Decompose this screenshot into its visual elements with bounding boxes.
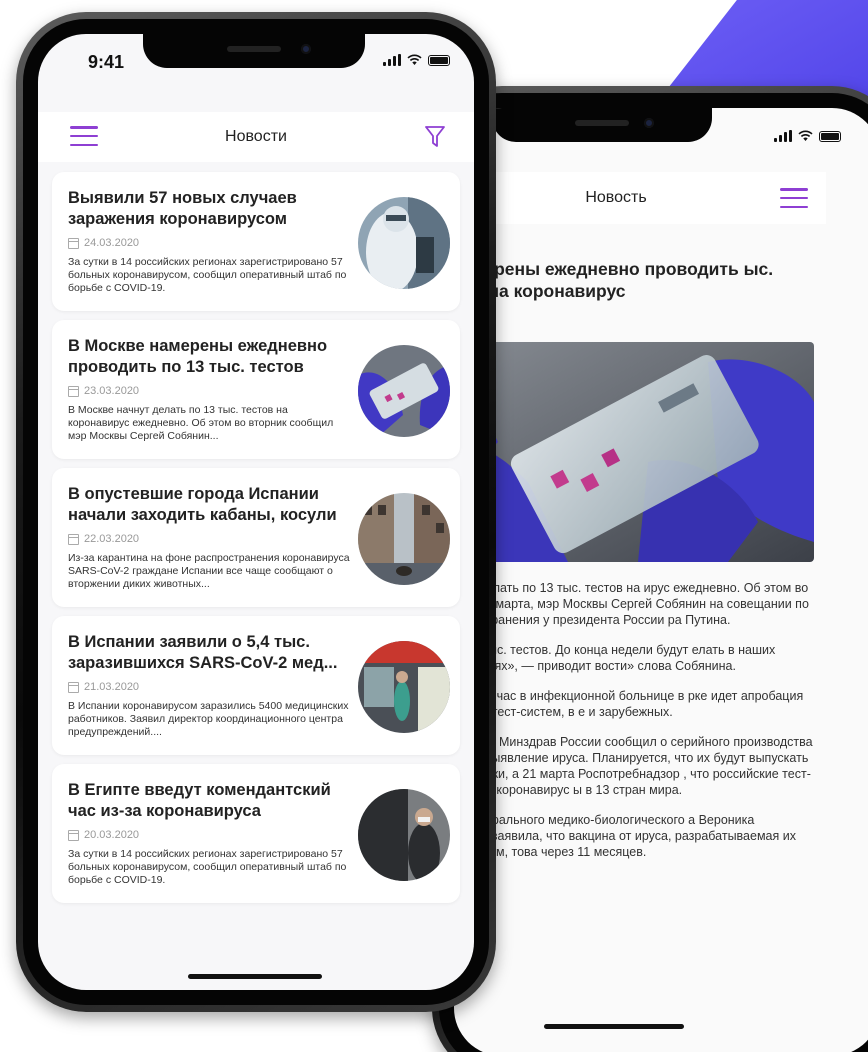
notch — [492, 108, 712, 142]
news-card[interactable]: В Испании заявили о 5,4 тыс. заразившихс… — [52, 616, 460, 755]
hamburger-icon[interactable] — [780, 188, 808, 208]
filter-icon[interactable] — [424, 125, 446, 149]
article-paragraph: вил, что сейчас в инфекционной больнице … — [454, 689, 804, 719]
article-paragraph: глава Федерального медико-биологического… — [454, 813, 796, 859]
article-paragraph: е начнут делать по 13 тыс. тестов на иру… — [454, 581, 809, 627]
home-indicator[interactable] — [544, 1024, 684, 1029]
news-title: В Испании заявили о 5,4 тыс. заразившихс… — [68, 633, 338, 672]
news-summary: За сутки в 14 российских регионах зареги… — [68, 848, 347, 886]
article-paragraph: делали 3 тыс. тестов. До конца недели бу… — [454, 643, 776, 673]
calendar-icon — [68, 829, 79, 841]
news-date: 20.03.2020 — [68, 829, 350, 841]
status-icons — [383, 54, 450, 66]
app-header: Новости — [38, 112, 474, 162]
news-card[interactable]: Выявили 57 новых случаев заражения корон… — [52, 172, 460, 311]
article-content: Новость ве намерены ежедневно проводить … — [454, 108, 826, 1052]
news-thumbnail — [358, 789, 450, 881]
article-image — [454, 342, 814, 562]
article-body: е начнут делать по 13 тыс. тестов на иру… — [454, 580, 814, 874]
news-thumbnail — [358, 345, 450, 437]
battery-icon — [428, 55, 450, 66]
news-card[interactable]: В Египте введут комендантский час из-за … — [52, 764, 460, 903]
calendar-icon — [68, 237, 79, 249]
article-screen: Новость ве намерены ежедневно проводить … — [454, 108, 868, 1052]
article-paragraph: е, 23 марта, Минздрав России сообщил о с… — [454, 735, 813, 797]
news-summary: Из-за карантина на фоне распространения … — [68, 552, 350, 590]
news-date-text: 24.03.2020 — [84, 237, 140, 249]
signal-icon — [383, 54, 401, 66]
article-title: ве намерены ежедневно проводить ыс. тест… — [454, 259, 774, 301]
hamburger-icon[interactable] — [70, 126, 98, 146]
article-header-title: Новость — [585, 189, 647, 206]
news-date: 23.03.2020 — [68, 385, 350, 397]
calendar-icon — [68, 385, 79, 397]
news-list: Выявили 57 новых случаев заражения корон… — [52, 172, 460, 912]
news-list-phone: 9:41 Новости Выявили 57 новых случаев за… — [16, 12, 496, 1012]
news-card[interactable]: В опустевшие города Испании начали заход… — [52, 468, 460, 607]
article-phone: Новость ве намерены ежедневно проводить … — [432, 86, 868, 1052]
news-date: 22.03.2020 — [68, 533, 350, 545]
calendar-icon — [68, 533, 79, 545]
notch — [143, 34, 365, 68]
news-date-text: 21.03.2020 — [84, 681, 140, 693]
news-title: В Москве намерены ежедневно проводить по… — [68, 337, 328, 376]
article-header: Новость — [454, 172, 826, 224]
news-list-screen: 9:41 Новости Выявили 57 новых случаев за… — [38, 34, 474, 990]
news-date-text: 22.03.2020 — [84, 533, 140, 545]
news-thumbnail — [358, 197, 450, 289]
status-time: 9:41 — [88, 52, 125, 72]
news-date: 24.03.2020 — [68, 237, 350, 249]
news-date-text: 20.03.2020 — [84, 829, 140, 841]
home-indicator[interactable] — [188, 974, 322, 979]
news-summary: В Москве начнут делать по 13 тыс. тестов… — [68, 404, 334, 442]
wifi-icon — [407, 54, 422, 65]
news-date: 21.03.2020 — [68, 681, 350, 693]
calendar-icon — [68, 681, 79, 693]
news-title: В Египте введут комендантский час из-за … — [68, 781, 331, 820]
news-date-text: 23.03.2020 — [84, 385, 140, 397]
news-thumbnail — [358, 641, 450, 733]
news-title: Выявили 57 новых случаев заражения корон… — [68, 189, 297, 228]
news-title: В опустевшие города Испании начали заход… — [68, 485, 337, 524]
news-thumbnail — [358, 493, 450, 585]
news-summary: В Испании коронавирусом заразились 5400 … — [68, 700, 349, 738]
page-title: Новости — [225, 128, 287, 145]
news-card[interactable]: В Москве намерены ежедневно проводить по… — [52, 320, 460, 459]
news-summary: За сутки в 14 российских регионах зареги… — [68, 256, 347, 294]
